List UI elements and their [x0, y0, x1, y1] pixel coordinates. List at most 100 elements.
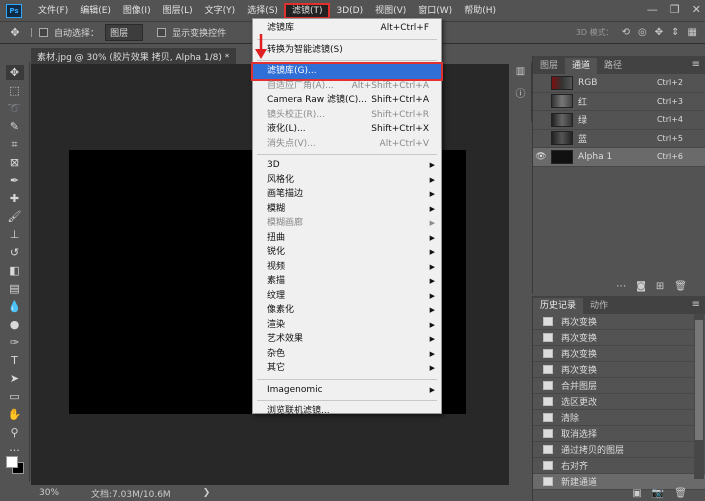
filter-menu-item[interactable]: 3D ▶ — [253, 158, 441, 173]
panel-toggle-icon[interactable]: ▥ — [516, 66, 525, 77]
roll-3d-icon[interactable]: ◎ — [638, 27, 647, 38]
filter-menu-item[interactable]: 艺术效果 ▶ — [253, 332, 441, 347]
history-item[interactable]: 再次变换 — [533, 362, 705, 378]
path-select-tool-icon[interactable]: ➤ — [6, 371, 24, 386]
filter-menu-item[interactable]: 液化(L)... Shift+Ctrl+X — [253, 122, 441, 137]
filter-menu-item[interactable]: 风格化 ▶ — [253, 173, 441, 188]
menu-item-5[interactable]: 选择(S) — [241, 3, 284, 19]
menu-item-7[interactable]: 3D(D) — [330, 3, 369, 19]
filter-menu-item[interactable]: 转换为智能滤镜(S) — [253, 43, 441, 58]
filter-menu-item[interactable]: 画笔描边 ▶ — [253, 187, 441, 202]
blur-tool-icon[interactable]: 💧 — [6, 299, 24, 314]
history-item[interactable]: 再次变换 — [533, 314, 705, 330]
restore-icon[interactable]: ❐ — [670, 3, 680, 16]
panel-tab[interactable]: 历史记录 — [533, 298, 584, 314]
history-item[interactable]: 再次变换 — [533, 330, 705, 346]
channel-row[interactable]: 👁 Alpha 1 Ctrl+6 — [533, 148, 705, 167]
menu-item-0[interactable]: 文件(F) — [32, 3, 74, 19]
menu-item-3[interactable]: 图层(L) — [157, 3, 199, 19]
menu-item-1[interactable]: 编辑(E) — [74, 3, 117, 19]
filter-menu-item[interactable]: 纹理 ▶ — [253, 289, 441, 304]
panel-tab[interactable]: 图层 — [533, 58, 565, 74]
new-channel-icon[interactable]: ⊞ — [656, 281, 664, 292]
delete-state-icon[interactable]: 🗑 — [674, 488, 687, 499]
eyedropper-tool-icon[interactable]: ✒ — [6, 173, 24, 188]
filter-menu-item[interactable]: 渲染 ▶ — [253, 318, 441, 333]
move-tool-icon[interactable]: ✥ — [6, 25, 24, 40]
snapshot-icon[interactable]: 📷 — [652, 488, 664, 499]
delete-channel-icon[interactable]: 🗑 — [674, 281, 687, 292]
slide-3d-icon[interactable]: ⇕ — [671, 27, 679, 38]
quick-select-tool-icon[interactable]: ✎ — [6, 119, 24, 134]
close-icon[interactable]: ✕ — [692, 3, 701, 16]
panel-tab[interactable]: 路径 — [597, 58, 629, 74]
filter-menu-item[interactable]: 浏览联机滤镜... — [253, 404, 441, 419]
filter-menu-item[interactable]: 视频 ▶ — [253, 260, 441, 275]
brush-tool-icon[interactable]: 🖌 — [6, 209, 24, 224]
filter-menu-item[interactable]: 扭曲 ▶ — [253, 231, 441, 246]
marquee-tool-icon[interactable]: ⬚ — [6, 83, 24, 98]
menu-item-4[interactable]: 文字(Y) — [199, 3, 242, 19]
gradient-tool-icon[interactable]: ▤ — [6, 281, 24, 296]
channel-row[interactable]: 红 Ctrl+3 — [533, 93, 705, 111]
hand-tool-icon[interactable]: ✋ — [6, 407, 24, 422]
zoom-tool-icon[interactable]: ⚲ — [6, 425, 24, 440]
filter-menu-item[interactable]: 像素化 ▶ — [253, 303, 441, 318]
filter-menu-item[interactable]: 杂色 ▶ — [253, 347, 441, 362]
menu-item-8[interactable]: 视图(V) — [369, 3, 412, 19]
history-scroll-thumb[interactable] — [695, 320, 703, 440]
menu-item-6[interactable]: 滤镜(T) — [283, 2, 331, 19]
pen-tool-icon[interactable]: ✑ — [6, 335, 24, 350]
type-tool-icon[interactable]: T — [6, 353, 24, 368]
zoom-level[interactable]: 30% — [39, 488, 59, 498]
history-item[interactable]: 右对齐 — [533, 458, 705, 474]
menu-item-9[interactable]: 窗口(W) — [412, 3, 458, 19]
move-tool-icon[interactable]: ✥ — [5, 65, 24, 80]
crop-tool-icon[interactable]: ⌗ — [6, 137, 24, 152]
history-item[interactable]: 清除 — [533, 410, 705, 426]
filter-menu-item[interactable]: Imagenomic ▶ — [253, 383, 441, 398]
clone-stamp-tool-icon[interactable]: ⊥ — [6, 227, 24, 242]
channel-row[interactable]: 蓝 Ctrl+5 — [533, 130, 705, 148]
document-tab[interactable]: 素材.jpg @ 30% (胶片效果 拷贝, Alpha 1/8) * × — [31, 48, 236, 64]
rectangle-tool-icon[interactable]: ▭ — [6, 389, 24, 404]
dodge-tool-icon[interactable]: ● — [6, 317, 24, 332]
minimize-icon[interactable]: — — [647, 3, 658, 16]
eraser-tool-icon[interactable]: ◧ — [6, 263, 24, 278]
filter-menu-item[interactable]: 锐化 ▶ — [253, 245, 441, 260]
panel-tab[interactable]: 通道 — [565, 58, 598, 74]
save-selection-icon[interactable]: ◙ — [636, 281, 646, 292]
channel-row[interactable]: 绿 Ctrl+4 — [533, 111, 705, 130]
scale-3d-icon[interactable]: ▦ — [688, 27, 697, 38]
filter-menu-item[interactable]: Camera Raw 滤镜(C)... Shift+Ctrl+A — [253, 93, 441, 108]
visibility-eye-icon[interactable]: 👁 — [533, 152, 549, 162]
status-arrow-icon[interactable]: ❯ — [203, 488, 211, 498]
channel-row[interactable]: RGB Ctrl+2 — [533, 74, 705, 93]
filter-menu-item[interactable]: 滤镜库(G)... — [251, 62, 443, 81]
pan-3d-icon[interactable]: ✥ — [655, 27, 663, 38]
history-menu-icon[interactable]: ≡ — [692, 299, 700, 310]
rotate-3d-icon[interactable]: ⟲ — [622, 27, 630, 38]
history-item[interactable]: 选区更改 — [533, 394, 705, 410]
frame-tool-icon[interactable]: ⊠ — [6, 155, 24, 170]
history-item[interactable]: 再次变换 — [533, 346, 705, 362]
panel-menu-icon[interactable]: ≡ — [692, 59, 700, 70]
history-brush-tool-icon[interactable]: ↺ — [6, 245, 24, 260]
lasso-tool-icon[interactable]: ➰ — [6, 101, 24, 116]
show-transform-checkbox[interactable] — [157, 28, 167, 37]
filter-menu-item[interactable]: 滤镜库 Alt+Ctrl+F — [253, 21, 441, 36]
filter-menu-item[interactable]: 模糊 ▶ — [253, 202, 441, 217]
auto-select-dropdown[interactable]: 图层 — [105, 24, 144, 41]
history-item[interactable]: 合并图层 — [533, 378, 705, 394]
auto-select-checkbox[interactable] — [39, 28, 49, 37]
foreground-color-swatch[interactable] — [6, 456, 18, 468]
menu-item-10[interactable]: 帮助(H) — [458, 3, 502, 19]
healing-brush-tool-icon[interactable]: ✚ — [6, 191, 24, 206]
new-document-from-state-icon[interactable]: ▣ — [632, 488, 641, 499]
info-icon[interactable]: ⓘ — [516, 85, 526, 100]
menu-item-2[interactable]: 图像(I) — [117, 3, 157, 19]
history-item[interactable]: 取消选择 — [533, 426, 705, 442]
filter-menu-item[interactable]: 素描 ▶ — [253, 274, 441, 289]
history-item[interactable]: 通过拷贝的图层 — [533, 442, 705, 458]
load-selection-icon[interactable]: ⋯ — [616, 281, 626, 292]
